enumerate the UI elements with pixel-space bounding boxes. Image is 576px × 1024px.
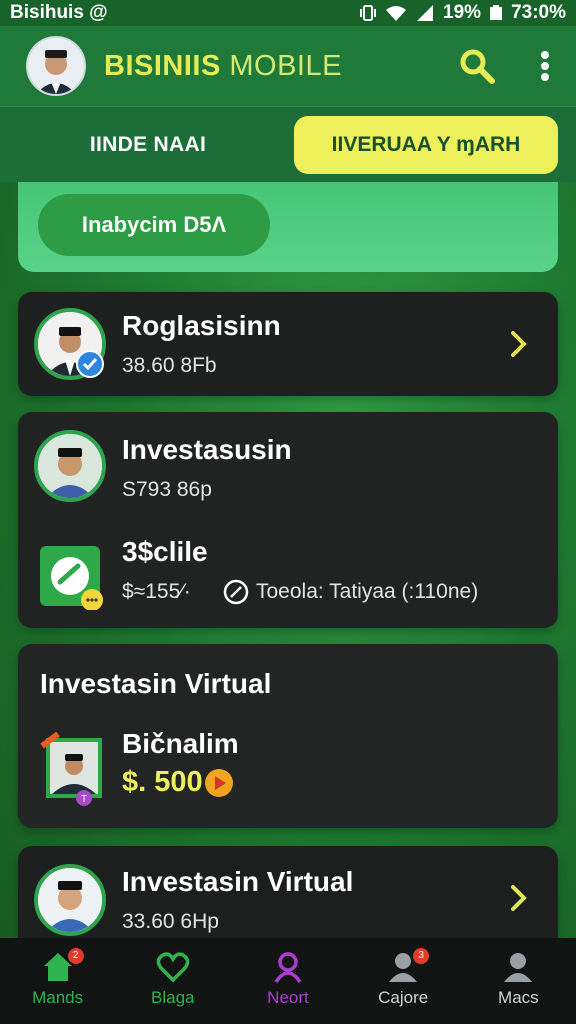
card-amount-highlight: $. 500 xyxy=(122,766,203,798)
app-bar: BISINIIS MOBILE xyxy=(0,26,576,106)
nav-label: Neort xyxy=(267,988,309,1007)
status-icons: 19% 73:0% xyxy=(359,2,566,24)
card-amount: S793 86p xyxy=(122,478,212,501)
person-icon xyxy=(504,953,533,982)
card-name: Roglasisinn xyxy=(122,310,281,341)
clock-time: 73:0% xyxy=(511,2,566,23)
card-sub-note: Toeola: Tatiyaa (:110ne) xyxy=(256,580,479,603)
account-card-2[interactable]: Investasusin S793 86p 3$clile $≈155⁄· To… xyxy=(18,412,558,628)
nav-label: Mands xyxy=(32,988,84,1007)
status-bar: Bisihuis @ 19% 73:0% xyxy=(0,0,576,26)
nav-item-blaga[interactable]: Blaga xyxy=(123,950,223,1008)
card-name: Investasin Virtual xyxy=(122,866,354,897)
heart-icon xyxy=(156,952,190,983)
virtual-investment-card[interactable]: Investasin Virtual T Bičnalim $. 500 xyxy=(18,644,558,828)
app-title-main: BISINIIS xyxy=(104,49,221,82)
nav-label: Blaga xyxy=(151,988,195,1007)
card-sub-title: 3$clile xyxy=(122,536,208,567)
account-card-1[interactable]: Roglasisinn 38.60 8Fb xyxy=(18,292,558,396)
promo-banner: Inabycim D5Λ xyxy=(18,182,558,272)
nav-item-neort-active[interactable]: Neort xyxy=(238,950,338,1008)
person-portrait-icon xyxy=(28,38,84,94)
notification-badge: 2 xyxy=(67,948,84,964)
check-task-icon xyxy=(40,546,103,611)
banner-button[interactable]: Inabycim D5Λ xyxy=(38,194,270,256)
person-portrait-icon xyxy=(38,868,102,932)
card-name: Investasusin xyxy=(122,434,292,465)
card-amount: 33.60 6Hp xyxy=(122,910,219,933)
card-sub-amount: $≈155⁄· xyxy=(122,580,191,603)
battery-percent: 19% xyxy=(443,2,482,23)
profile-active-icon xyxy=(274,952,302,984)
tab-left[interactable]: IINDE NAAI xyxy=(18,133,278,157)
chevron-right-icon[interactable] xyxy=(510,330,528,358)
photo-icon: T xyxy=(40,731,102,806)
svg-text:T: T xyxy=(81,794,87,805)
tab-bar: IINDE NAAI IIVERUAA Y ɱARH xyxy=(0,106,576,182)
chevron-right-icon[interactable] xyxy=(510,884,528,912)
app-title-sub: MOBILE xyxy=(229,49,342,82)
nav-label: Cajore xyxy=(378,988,429,1007)
nav-label: Macs xyxy=(498,988,539,1007)
avatar xyxy=(34,430,106,502)
battery-icon xyxy=(490,5,503,20)
profile-avatar[interactable] xyxy=(26,36,86,96)
card-name: Bičnalim xyxy=(122,728,239,759)
vibrate-icon xyxy=(360,5,377,21)
verified-badge-icon xyxy=(76,350,104,378)
photo-frame: T xyxy=(40,731,104,806)
avatar xyxy=(34,864,106,936)
person-portrait-icon xyxy=(38,434,102,498)
status-left-text: Bisihuis @ xyxy=(10,2,108,23)
bottom-nav: 2 Mands Blaga Neort 3 Cajore Macs xyxy=(0,938,576,1024)
card-amount: 38.60 8Fb xyxy=(122,354,217,377)
clock-icon xyxy=(223,579,249,605)
nav-item-mands[interactable]: 2 Mands xyxy=(8,948,108,1008)
section-heading: Investasin Virtual xyxy=(40,668,272,699)
task-icon-group xyxy=(38,544,103,611)
app-title: BISINIIS MOBILE xyxy=(104,50,342,83)
wifi-icon xyxy=(386,6,407,21)
signal-icon xyxy=(417,5,434,21)
play-badge-icon[interactable] xyxy=(204,768,234,798)
search-icon[interactable] xyxy=(458,47,496,85)
more-vert-icon[interactable] xyxy=(540,50,550,82)
nav-item-macs[interactable]: Macs xyxy=(468,950,568,1008)
tab-right-active[interactable]: IIVERUAA Y ɱARH xyxy=(294,115,558,174)
nav-item-cajore[interactable]: 3 Cajore xyxy=(353,948,453,1008)
notification-badge: 3 xyxy=(413,948,430,964)
